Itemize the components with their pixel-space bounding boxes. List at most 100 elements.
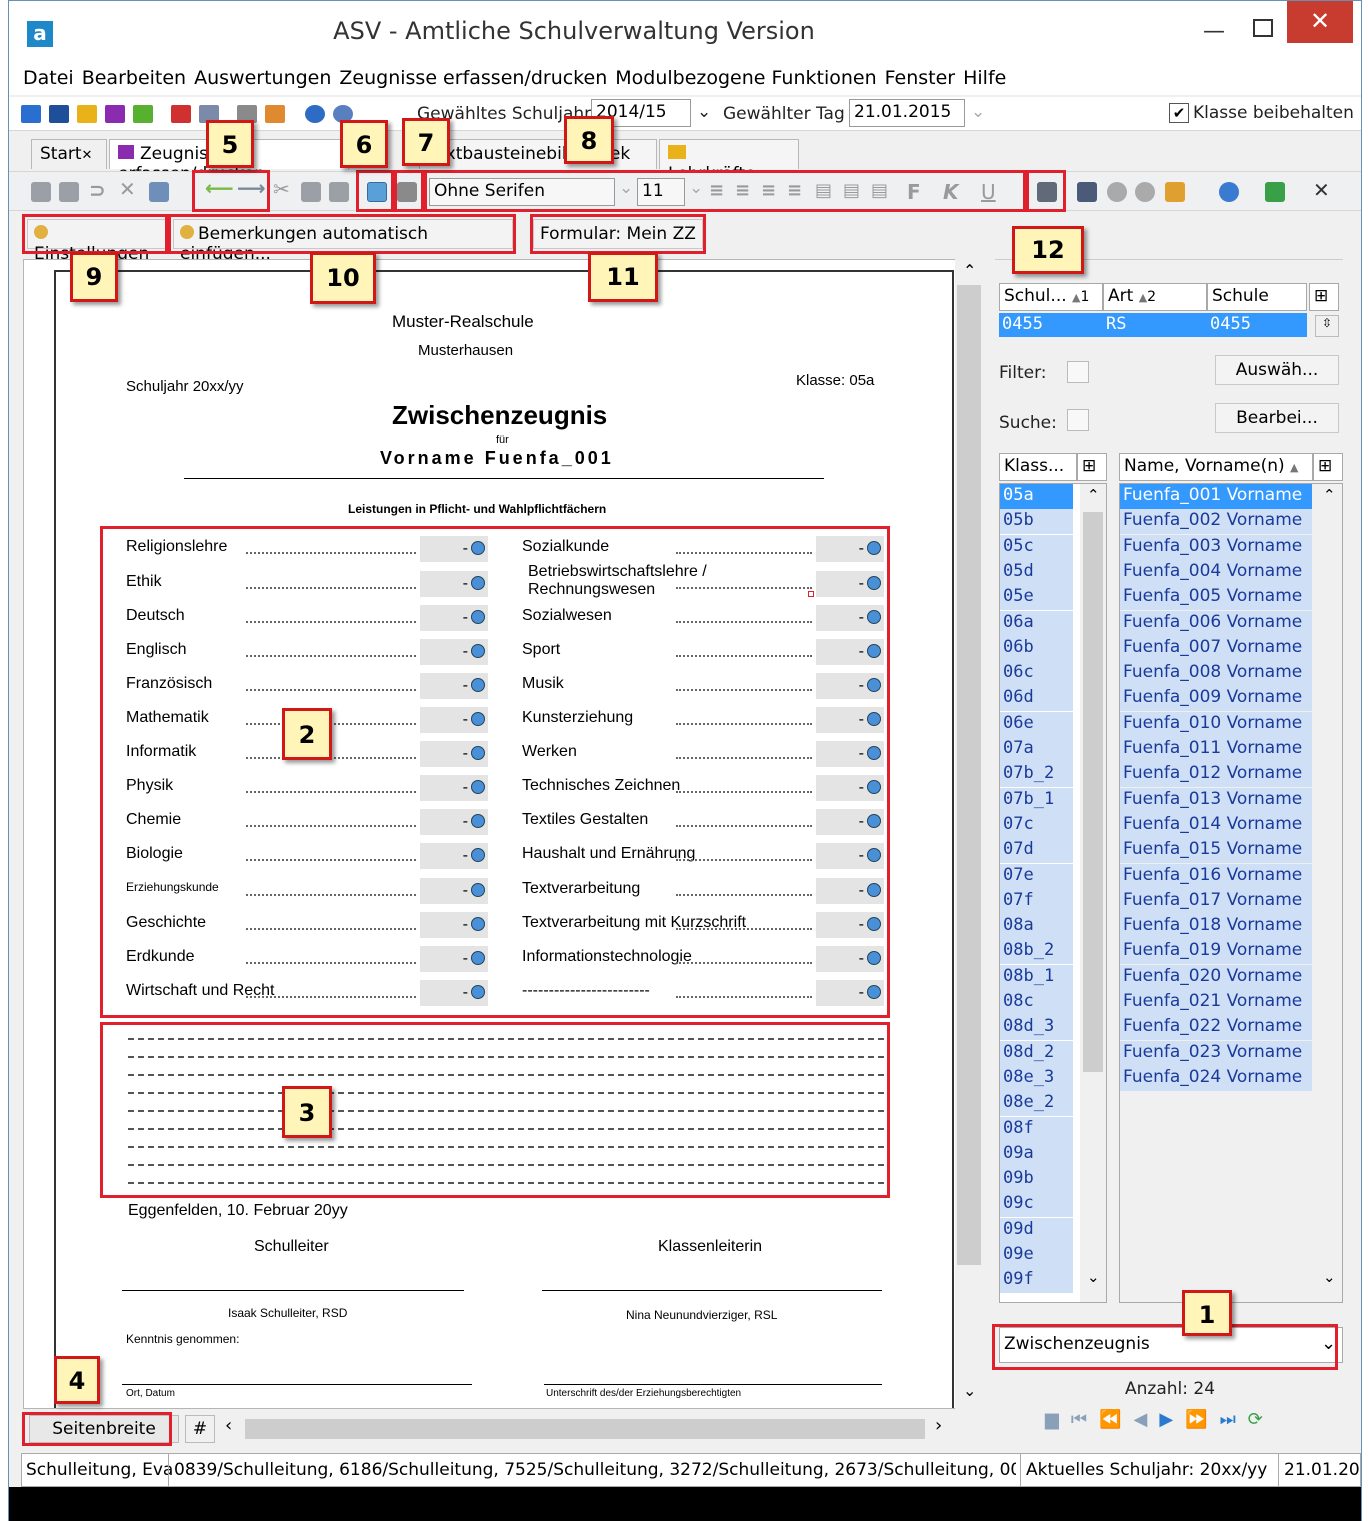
- chevron-down-icon[interactable]: ⌄: [963, 1381, 976, 1400]
- menu-item[interactable]: Fenster: [881, 63, 959, 93]
- info-icon[interactable]: [305, 105, 325, 123]
- chevron-down-icon[interactable]: ⌄: [1087, 1268, 1100, 1286]
- refresh-icon[interactable]: ⟳: [1248, 1409, 1275, 1430]
- undo-icon[interactable]: ⊃: [89, 178, 106, 202]
- class-item[interactable]: 08d_3: [1000, 1015, 1073, 1041]
- class-item[interactable]: 05e: [1000, 585, 1073, 611]
- column-header-schulnr[interactable]: Schul... ▲1: [999, 283, 1103, 311]
- pupil-item[interactable]: Fuenfa_023 Vorname: [1120, 1040, 1312, 1066]
- pupil-item[interactable]: Fuenfa_005 Vorname: [1120, 585, 1312, 611]
- notes-icon[interactable]: [133, 105, 153, 123]
- tag-field[interactable]: 21.01.2015: [849, 99, 965, 127]
- close-icon[interactable]: ✕: [1313, 178, 1330, 202]
- new-icon[interactable]: [31, 182, 51, 202]
- class-item[interactable]: 08a: [1000, 914, 1073, 940]
- pupil-item[interactable]: Fuenfa_013 Vorname: [1120, 787, 1312, 813]
- schedule-icon[interactable]: [21, 105, 41, 123]
- pupil-item[interactable]: Fuenfa_016 Vorname: [1120, 863, 1312, 889]
- class-item[interactable]: 07f: [1000, 888, 1073, 914]
- class-item[interactable]: 08d_2: [1000, 1040, 1073, 1066]
- menu-item[interactable]: Zeugnisse erfassen/drucken: [335, 63, 611, 93]
- preview-icon[interactable]: [1107, 182, 1127, 202]
- pupil-item[interactable]: Fuenfa_024 Vorname: [1120, 1065, 1312, 1091]
- chevron-down-icon[interactable]: ⌄: [697, 102, 711, 122]
- class-item[interactable]: 08c: [1000, 990, 1073, 1015]
- class-item[interactable]: 07d: [1000, 838, 1073, 864]
- class-item[interactable]: 05d: [1000, 559, 1073, 585]
- fast-forward-icon[interactable]: ⏩: [1185, 1409, 1219, 1430]
- menu-item[interactable]: Hilfe: [959, 63, 1010, 93]
- bulb-icon[interactable]: [1135, 182, 1155, 202]
- class-item[interactable]: 07b_1: [1000, 787, 1073, 813]
- column-header-klasse[interactable]: Klass...: [999, 453, 1077, 481]
- class-item[interactable]: 08e_2: [1000, 1091, 1073, 1117]
- column-header-name[interactable]: Name, Vorname(n) ▲: [1119, 453, 1313, 481]
- class-list-scrollbar[interactable]: ⌃ ⌄: [1080, 484, 1106, 1302]
- rewind-icon[interactable]: ⏪: [1099, 1409, 1133, 1430]
- class-item[interactable]: 08e_3: [1000, 1065, 1073, 1091]
- class-item[interactable]: 06a: [1000, 610, 1073, 636]
- class-item[interactable]: 06b: [1000, 635, 1073, 661]
- class-list[interactable]: ⌃ ⌄ 05a 05b 05c 05d 05e 06a 06b 06c 06d 06e 07a 07b…: [999, 483, 1107, 1303]
- pupil-item[interactable]: Fuenfa_001 Vorname: [1120, 484, 1312, 509]
- tab-lehrkraefte[interactable]: Lehrkräfte✕: [659, 139, 799, 184]
- pupil-item[interactable]: Fuenfa_011 Vorname: [1120, 737, 1312, 762]
- tab-textbausteine[interactable]: Textbausteinebibliothek: [419, 139, 657, 169]
- class-item[interactable]: 07e: [1000, 863, 1073, 889]
- class-item[interactable]: 07c: [1000, 812, 1073, 838]
- paste-icon[interactable]: [329, 182, 349, 202]
- copy-icon[interactable]: [301, 182, 321, 202]
- class-item[interactable]: 06e: [1000, 711, 1073, 737]
- filter-checkbox[interactable]: [1067, 361, 1089, 383]
- pupil-item[interactable]: Fuenfa_010 Vorname: [1120, 711, 1312, 737]
- class-icon[interactable]: [49, 105, 69, 123]
- class-item[interactable]: 08b_2: [1000, 939, 1073, 965]
- chevron-up-icon[interactable]: ⌃: [1323, 486, 1336, 504]
- pupil-item[interactable]: Fuenfa_018 Vorname: [1120, 914, 1312, 940]
- pupil-item[interactable]: Fuenfa_008 Vorname: [1120, 661, 1312, 687]
- class-item[interactable]: 08f: [1000, 1116, 1073, 1142]
- save-icon[interactable]: [59, 182, 79, 202]
- column-chooser-icon[interactable]: ⊞: [1313, 453, 1343, 481]
- klasse-beibehalten-checkbox[interactable]: ✔: [1169, 103, 1189, 123]
- class-item[interactable]: 06c: [1000, 661, 1073, 687]
- maximize-button[interactable]: [1249, 13, 1279, 43]
- class-item[interactable]: 09a: [1000, 1141, 1073, 1167]
- class-item[interactable]: 06d: [1000, 686, 1073, 712]
- table-icon[interactable]: [149, 182, 169, 202]
- column-header-art[interactable]: Art ▲2: [1103, 283, 1207, 311]
- close-window-button[interactable]: ✕: [1287, 1, 1353, 43]
- class-item[interactable]: 09f: [1000, 1268, 1073, 1294]
- pupil-item[interactable]: Fuenfa_004 Vorname: [1120, 559, 1312, 585]
- menu-item[interactable]: Bearbeiten: [78, 63, 190, 93]
- chevron-right-icon[interactable]: ›: [935, 1415, 942, 1436]
- class-item[interactable]: 09e: [1000, 1243, 1073, 1268]
- class-item[interactable]: 05c: [1000, 534, 1073, 560]
- pupil-item[interactable]: Fuenfa_019 Vorname: [1120, 939, 1312, 965]
- menu-item[interactable]: Auswertungen: [190, 63, 335, 93]
- class-item[interactable]: 09d: [1000, 1217, 1073, 1243]
- column-header-schule[interactable]: Schule: [1207, 283, 1307, 311]
- folder-icon[interactable]: ▆: [1045, 1409, 1071, 1430]
- previous-icon[interactable]: ◀: [1133, 1409, 1159, 1430]
- print-icon[interactable]: [1077, 182, 1097, 202]
- horizontal-scroll-thumb[interactable]: [245, 1419, 925, 1439]
- book-icon[interactable]: [171, 105, 191, 123]
- refresh-icon[interactable]: [1265, 182, 1285, 202]
- minimize-button[interactable]: —: [1199, 19, 1229, 44]
- scroll-thumb[interactable]: [957, 285, 981, 1265]
- class-item[interactable]: 08b_1: [1000, 964, 1073, 990]
- pupils-icon[interactable]: [77, 105, 97, 123]
- brush-icon[interactable]: [1165, 182, 1185, 202]
- pupil-item[interactable]: Fuenfa_020 Vorname: [1120, 964, 1312, 990]
- chevron-up-icon[interactable]: ⌃: [963, 261, 976, 280]
- column-chooser-icon[interactable]: ⊞: [1309, 283, 1339, 311]
- chevron-up-icon[interactable]: ⌃: [1087, 486, 1100, 504]
- class-item[interactable]: 09c: [1000, 1192, 1073, 1218]
- next-icon[interactable]: ▶: [1159, 1409, 1185, 1430]
- pupil-item[interactable]: Fuenfa_009 Vorname: [1120, 686, 1312, 712]
- window-icon[interactable]: [265, 105, 285, 123]
- page-number-button[interactable]: #: [185, 1415, 215, 1443]
- help-icon[interactable]: [1219, 182, 1239, 202]
- tab-start[interactable]: Start✕: [31, 139, 107, 169]
